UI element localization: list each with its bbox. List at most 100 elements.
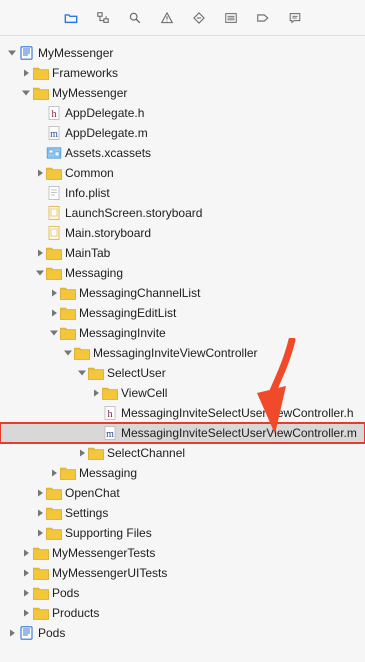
hierarchy-tab-icon[interactable] (92, 7, 114, 29)
tree-row-pods-folder[interactable]: Pods (0, 583, 365, 603)
tree-row-settings[interactable]: Settings (0, 503, 365, 523)
tree-row-info-plist[interactable]: Info.plist (0, 183, 365, 203)
tree-row-label: OpenChat (65, 486, 120, 500)
tree-row-label: Common (65, 166, 114, 180)
svg-text:h: h (108, 409, 113, 420)
tree-row-common[interactable]: Common (0, 163, 365, 183)
disclosure-open-icon[interactable] (34, 263, 46, 283)
tree-row-openchat[interactable]: OpenChat (0, 483, 365, 503)
folder-icon (46, 246, 62, 260)
implementation-file-icon: m (46, 126, 62, 140)
folder-icon (88, 446, 104, 460)
folder-icon (46, 266, 62, 280)
tree-row-appdelegate-m[interactable]: m AppDelegate.m (0, 123, 365, 143)
tree-row-frameworks[interactable]: Frameworks (0, 63, 365, 83)
tree-row-products[interactable]: Products (0, 603, 365, 623)
folder-icon (33, 566, 49, 580)
tree-row-mymessenger-project[interactable]: MyMessenger (0, 43, 365, 63)
tree-row-label: Pods (52, 586, 80, 600)
project-icon (19, 46, 35, 60)
disclosure-closed-icon[interactable] (20, 603, 32, 623)
tree-row-label: Pods (38, 626, 66, 640)
disclosure-open-icon[interactable] (76, 363, 88, 383)
folder-icon (46, 486, 62, 500)
folder-icon (33, 586, 49, 600)
tree-row-messaging-sub[interactable]: Messaging (0, 463, 365, 483)
tree-row-launchscreen[interactable]: LaunchScreen.storyboard (0, 203, 365, 223)
disclosure-closed-icon[interactable] (20, 583, 32, 603)
asset-catalog-icon (46, 146, 62, 160)
tree-row-label: Frameworks (52, 66, 119, 80)
comment-tab-icon[interactable] (284, 7, 306, 29)
disclosure-closed-icon[interactable] (20, 563, 32, 583)
tree-row-appdelegate-h[interactable]: h AppDelegate.h (0, 103, 365, 123)
disclosure-closed-icon[interactable] (48, 283, 60, 303)
warning-tab-icon[interactable] (156, 7, 178, 29)
tree-row-label: SelectChannel (107, 446, 186, 460)
tree-row-label: MessagingInviteViewController (93, 346, 258, 360)
list-tab-icon[interactable] (220, 7, 242, 29)
tree-row-label: Assets.xcassets (65, 146, 152, 160)
storyboard-file-icon (46, 226, 62, 240)
disclosure-closed-icon[interactable] (48, 463, 60, 483)
disclosure-closed-icon[interactable] (20, 63, 32, 83)
tree-row-messaginginvite[interactable]: MessagingInvite (0, 323, 365, 343)
tree-row-label: MyMessenger (38, 46, 114, 60)
tree-row-selectchannel[interactable]: SelectChannel (0, 443, 365, 463)
folder-icon (46, 166, 62, 180)
disclosure-open-icon[interactable] (62, 343, 74, 363)
disclosure-open-icon[interactable] (20, 83, 32, 103)
tree-row-label: Messaging (79, 466, 138, 480)
header-file-icon: h (46, 106, 62, 120)
tree-row-maintab[interactable]: MainTab (0, 243, 365, 263)
tree-row-label: Supporting Files (65, 526, 152, 540)
disclosure-closed-icon[interactable] (48, 303, 60, 323)
search-tab-icon[interactable] (124, 7, 146, 29)
folder-icon (60, 286, 76, 300)
tree-row-selectuser-m[interactable]: m MessagingInviteSelectUserViewControlle… (0, 422, 365, 444)
disclosure-closed-icon[interactable] (90, 383, 102, 403)
tree-row-assets[interactable]: Assets.xcassets (0, 143, 365, 163)
tree-row-selectuser[interactable]: SelectUser (0, 363, 365, 383)
tree-row-messaginginviteviewcontroller[interactable]: MessagingInviteViewController (0, 343, 365, 363)
diamond-tab-icon[interactable] (188, 7, 210, 29)
tree-row-label: Settings (65, 506, 109, 520)
folder-icon (60, 306, 76, 320)
tree-row-label: MyMessengerTests (52, 546, 156, 560)
tree-row-label: MessagingInvite (79, 326, 166, 340)
header-file-icon: h (102, 406, 118, 420)
tree-row-label: MainTab (65, 246, 111, 260)
folder-icon (74, 346, 90, 360)
navigator-toolbar (0, 0, 365, 36)
tree-row-label: Messaging (65, 266, 124, 280)
tree-row-label: MyMessengerUITests (52, 566, 168, 580)
disclosure-closed-icon[interactable] (34, 503, 46, 523)
folder-icon (33, 606, 49, 620)
disclosure-closed-icon[interactable] (20, 543, 32, 563)
tree-row-supporting-files[interactable]: Supporting Files (0, 523, 365, 543)
tree-row-pods-project[interactable]: Pods (0, 623, 365, 643)
disclosure-closed-icon[interactable] (34, 483, 46, 503)
project-navigator: MyMessenger Frameworks MyMessenger h App… (0, 0, 365, 662)
tree-row-viewcell[interactable]: ViewCell (0, 383, 365, 403)
disclosure-closed-icon[interactable] (6, 623, 18, 643)
tree-row-mymessenger-group[interactable]: MyMessenger (0, 83, 365, 103)
tree-row-messagingeditlist[interactable]: MessagingEditList (0, 303, 365, 323)
disclosure-closed-icon[interactable] (34, 523, 46, 543)
tree-row-messagingchannellist[interactable]: MessagingChannelList (0, 283, 365, 303)
disclosure-closed-icon[interactable] (34, 243, 46, 263)
folder-icon (46, 506, 62, 520)
tree-row-selectuser-h[interactable]: h MessagingInviteSelectUserViewControlle… (0, 403, 365, 423)
tree-row-main-storyboard[interactable]: Main.storyboard (0, 223, 365, 243)
disclosure-open-icon[interactable] (6, 43, 18, 63)
tag-tab-icon[interactable] (252, 7, 274, 29)
tree-row-label: LaunchScreen.storyboard (65, 206, 203, 220)
tree-row-messaging[interactable]: Messaging (0, 263, 365, 283)
tree-row-label: Info.plist (65, 186, 110, 200)
tree-row-mymessengertests[interactable]: MyMessengerTests (0, 543, 365, 563)
disclosure-closed-icon[interactable] (34, 163, 46, 183)
tree-row-mymessengeruitests[interactable]: MyMessengerUITests (0, 563, 365, 583)
disclosure-open-icon[interactable] (48, 323, 60, 343)
folder-tab-icon[interactable] (60, 7, 82, 29)
disclosure-closed-icon[interactable] (76, 443, 88, 463)
